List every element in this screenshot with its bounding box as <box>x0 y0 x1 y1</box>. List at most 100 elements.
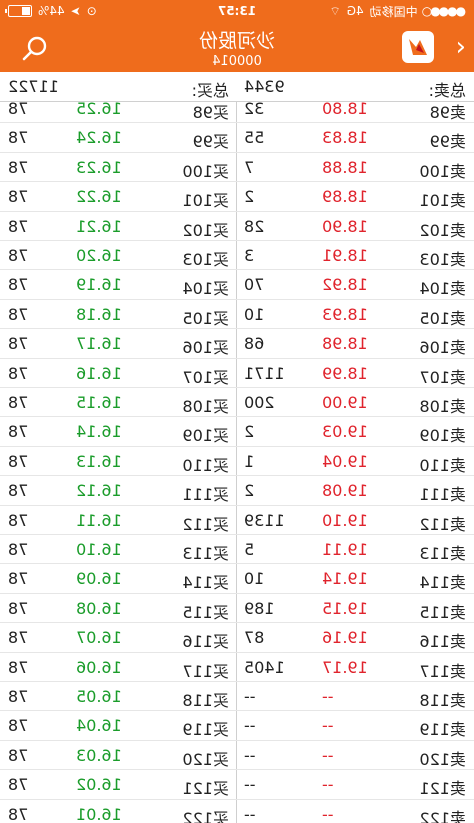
buy-price: 16.19 <box>76 275 122 295</box>
buy-volume: 78 <box>8 716 29 736</box>
location-icon: ➤ <box>70 4 81 18</box>
order-row[interactable]: 卖110 19.04 1 买110 16.13 78 <box>0 446 474 477</box>
buy-volume: 78 <box>8 804 29 823</box>
buy-level-label: 买115 <box>182 602 229 622</box>
sell-level-label: 卖118 <box>419 691 466 710</box>
order-row[interactable]: 卖105 18.93 10 买105 16.18 78 <box>0 299 474 330</box>
order-row[interactable]: 卖101 18.89 2 买101 16.22 78 <box>0 182 474 212</box>
sell-price: -- <box>322 775 334 795</box>
status-bar: ●●●●○ 中国移动 4G ⌔ 13:57 ⊙ ➤ 44% <box>0 0 474 22</box>
buy-price: 16.08 <box>76 598 122 618</box>
order-row[interactable]: 卖99 18.83 55 买99 16.24 78 <box>0 123 474 153</box>
total-sell-value: 9344 <box>244 77 285 96</box>
buy-price: 16.02 <box>76 775 122 795</box>
order-row[interactable]: 卖100 18.88 7 买100 16.23 78 <box>0 152 474 183</box>
buy-level-label: 买109 <box>182 426 229 446</box>
stock-code: 000014 <box>212 54 262 69</box>
sell-level-label: 卖116 <box>419 632 466 652</box>
buy-volume: 78 <box>8 128 29 148</box>
buy-volume: 78 <box>8 304 29 324</box>
sell-price: 19.10 <box>322 510 368 530</box>
buy-price: 16.16 <box>76 363 122 383</box>
sell-price: 18.90 <box>322 216 368 236</box>
sell-level-label: 卖115 <box>419 602 466 622</box>
order-row[interactable]: 卖116 19.16 87 买116 16.07 78 <box>0 623 474 653</box>
order-book-list[interactable]: 卖98 18.80 32 买98 16.25 78 卖99 18.83 55 买99 16.24 78… <box>0 102 474 823</box>
buy-level-label: 买98 <box>192 103 229 122</box>
buy-volume: 78 <box>8 628 29 648</box>
order-row[interactable]: 卖109 19.03 2 买109 16.14 78 <box>0 417 474 447</box>
buy-price: 16.11 <box>76 510 122 530</box>
buy-price: 16.14 <box>76 422 122 442</box>
order-row[interactable]: 卖114 19.14 10 买114 16.09 78 <box>0 564 474 594</box>
sell-price: 18.83 <box>322 128 368 148</box>
network-label: 4G <box>346 4 364 18</box>
sell-level-label: 卖109 <box>419 426 466 446</box>
order-row[interactable]: 卖108 19.00 200 买108 16.15 78 <box>0 388 474 418</box>
buy-volume: 78 <box>8 657 29 677</box>
buy-level-label: 买108 <box>182 397 229 416</box>
sell-level-label: 卖100 <box>419 161 466 181</box>
order-row[interactable]: 卖120 -- -- 买120 16.03 78 <box>0 740 474 771</box>
buy-level-label: 买106 <box>182 338 229 358</box>
buy-volume: 78 <box>8 393 29 412</box>
sell-volume: 32 <box>244 102 265 118</box>
buy-price: 16.24 <box>76 128 122 148</box>
sell-price: 18.98 <box>322 334 368 354</box>
buy-level-label: 买121 <box>182 779 229 799</box>
order-row[interactable]: 卖112 19.10 1139 买112 16.11 78 <box>0 505 474 535</box>
sell-volume: 28 <box>244 216 265 236</box>
buy-level-label: 买110 <box>182 455 229 475</box>
sell-level-label: 卖122 <box>419 808 466 823</box>
sell-volume: 3 <box>244 246 255 265</box>
buy-volume: 78 <box>8 687 29 706</box>
sell-level-label: 卖117 <box>419 661 466 681</box>
buy-level-label: 买101 <box>182 191 229 211</box>
sell-level-label: 卖101 <box>419 191 466 211</box>
order-row[interactable]: 卖117 19.17 1405 买117 16.06 78 <box>0 652 474 682</box>
sell-price: -- <box>322 804 334 823</box>
total-buy-label: 总买: <box>191 81 229 100</box>
order-row[interactable]: 卖122 -- -- 买122 16.01 78 <box>0 799 474 823</box>
lock-rotation-icon: ⊙ <box>86 4 97 18</box>
buy-level-label: 买113 <box>182 544 229 563</box>
order-row[interactable]: 卖115 19.15 189 买115 16.08 78 <box>0 593 474 624</box>
sell-volume: -- <box>244 745 256 765</box>
sell-price: 18.80 <box>322 102 368 118</box>
order-row[interactable]: 卖98 18.80 32 买98 16.25 78 <box>0 102 474 124</box>
sell-level-label: 卖111 <box>419 485 466 505</box>
sell-price: 19.14 <box>322 569 368 589</box>
order-row[interactable]: 卖106 18.98 68 买106 16.17 78 <box>0 329 474 359</box>
total-sell-label: 总卖: <box>428 81 466 100</box>
sell-price: 18.89 <box>322 187 368 207</box>
order-row[interactable]: 卖118 -- -- 买118 16.05 78 <box>0 682 474 712</box>
search-icon[interactable] <box>22 35 48 61</box>
sell-price: 19.15 <box>322 598 368 618</box>
order-row[interactable]: 卖121 -- -- 买121 16.02 78 <box>0 770 474 800</box>
buy-price: 16.18 <box>76 304 122 324</box>
sell-price: -- <box>322 716 334 736</box>
order-row[interactable]: 卖119 -- -- 买119 16.04 78 <box>0 711 474 741</box>
buy-level-label: 买105 <box>182 308 229 328</box>
order-row[interactable]: 卖103 18.91 3 买103 16.20 78 <box>0 241 474 271</box>
buy-price: 16.09 <box>76 569 122 589</box>
order-row[interactable]: 卖111 19.08 2 买111 16.12 78 <box>0 476 474 506</box>
buy-level-label: 买114 <box>182 573 229 593</box>
buy-level-label: 买118 <box>182 691 229 710</box>
buy-price: 16.06 <box>76 657 122 677</box>
buy-volume: 78 <box>8 187 29 207</box>
sell-volume: 10 <box>244 569 265 589</box>
buy-level-label: 买99 <box>192 132 229 152</box>
buy-level-label: 买116 <box>182 632 229 652</box>
sell-volume: -- <box>244 716 256 736</box>
buy-volume: 78 <box>8 246 29 265</box>
order-row[interactable]: 卖107 18.99 1171 买107 16.16 78 <box>0 358 474 388</box>
buy-price: 16.22 <box>76 187 122 207</box>
order-row[interactable]: 卖113 19.11 5 买113 16.10 78 <box>0 535 474 565</box>
sell-level-label: 卖98 <box>429 103 466 122</box>
buy-price: 16.25 <box>76 102 122 118</box>
sell-level-label: 卖102 <box>419 220 466 240</box>
sell-level-label: 卖113 <box>419 544 466 563</box>
order-row[interactable]: 卖104 18.92 70 买104 16.19 78 <box>0 270 474 300</box>
order-row[interactable]: 卖102 18.90 28 买102 16.21 78 <box>0 211 474 241</box>
